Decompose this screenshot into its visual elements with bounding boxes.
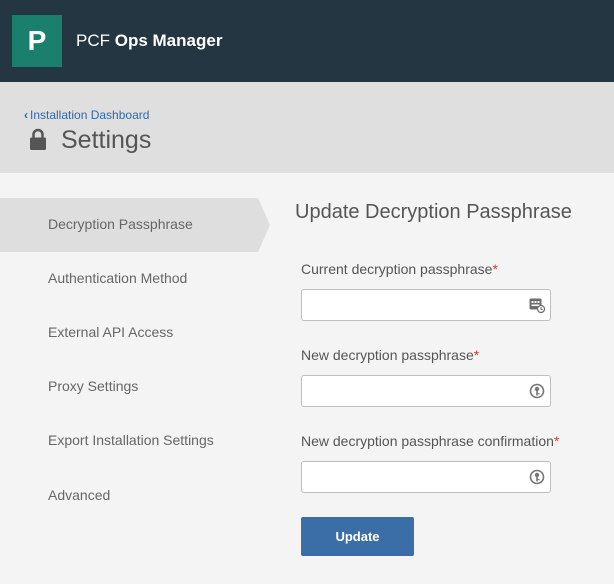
chevron-left-icon: ‹ [24,108,28,122]
app-title-prefix: PCF [76,31,110,50]
form-title: Update Decryption Passphrase [295,201,572,223]
new-passphrase-label-text: New decryption passphrase [301,347,474,363]
sidebar-item-proxy-settings[interactable]: Proxy Settings [48,378,138,394]
app-title-name: Ops Manager [114,31,223,50]
required-marker: * [492,261,498,277]
current-passphrase-label: Current decryption passphrase* [301,261,498,277]
new-passphrase-input[interactable] [301,375,551,407]
required-marker: * [553,433,560,449]
back-to-dashboard-link[interactable]: ‹ Installation Dashboard [24,108,149,122]
password-manager-icon[interactable] [529,297,545,313]
app-title: PCF Ops Manager [76,31,222,51]
app-logo[interactable]: P [12,15,62,67]
key-icon[interactable] [529,469,545,485]
top-bar: P PCF Ops Manager [0,0,614,82]
sidebar-item-external-api-access[interactable]: External API Access [48,324,173,340]
sidebar-item-advanced[interactable]: Advanced [48,487,110,503]
new-passphrase-label: New decryption passphrase* [301,347,479,363]
back-link-label: Installation Dashboard [30,108,150,122]
page-title: Settings [61,126,152,154]
sidebar-item-decryption-passphrase[interactable]: Decryption Passphrase [48,216,193,232]
sidebar-item-export-installation-settings[interactable]: Export Installation Settings [48,432,214,448]
update-button[interactable]: Update [301,517,414,556]
new-passphrase-confirmation-label-text: New decryption passphrase confirmation [301,433,554,449]
current-passphrase-input[interactable] [301,289,551,321]
required-marker: * [473,347,480,363]
key-icon[interactable] [529,383,545,399]
sidebar-active-arrow [258,198,270,252]
new-passphrase-confirmation-input[interactable] [301,461,551,493]
new-passphrase-confirmation-label: New decryption passphrase confirmation* [301,433,559,449]
sidebar-item-authentication-method[interactable]: Authentication Method [48,270,187,286]
current-passphrase-label-text: Current decryption passphrase [301,261,493,277]
lock-icon [30,128,46,150]
